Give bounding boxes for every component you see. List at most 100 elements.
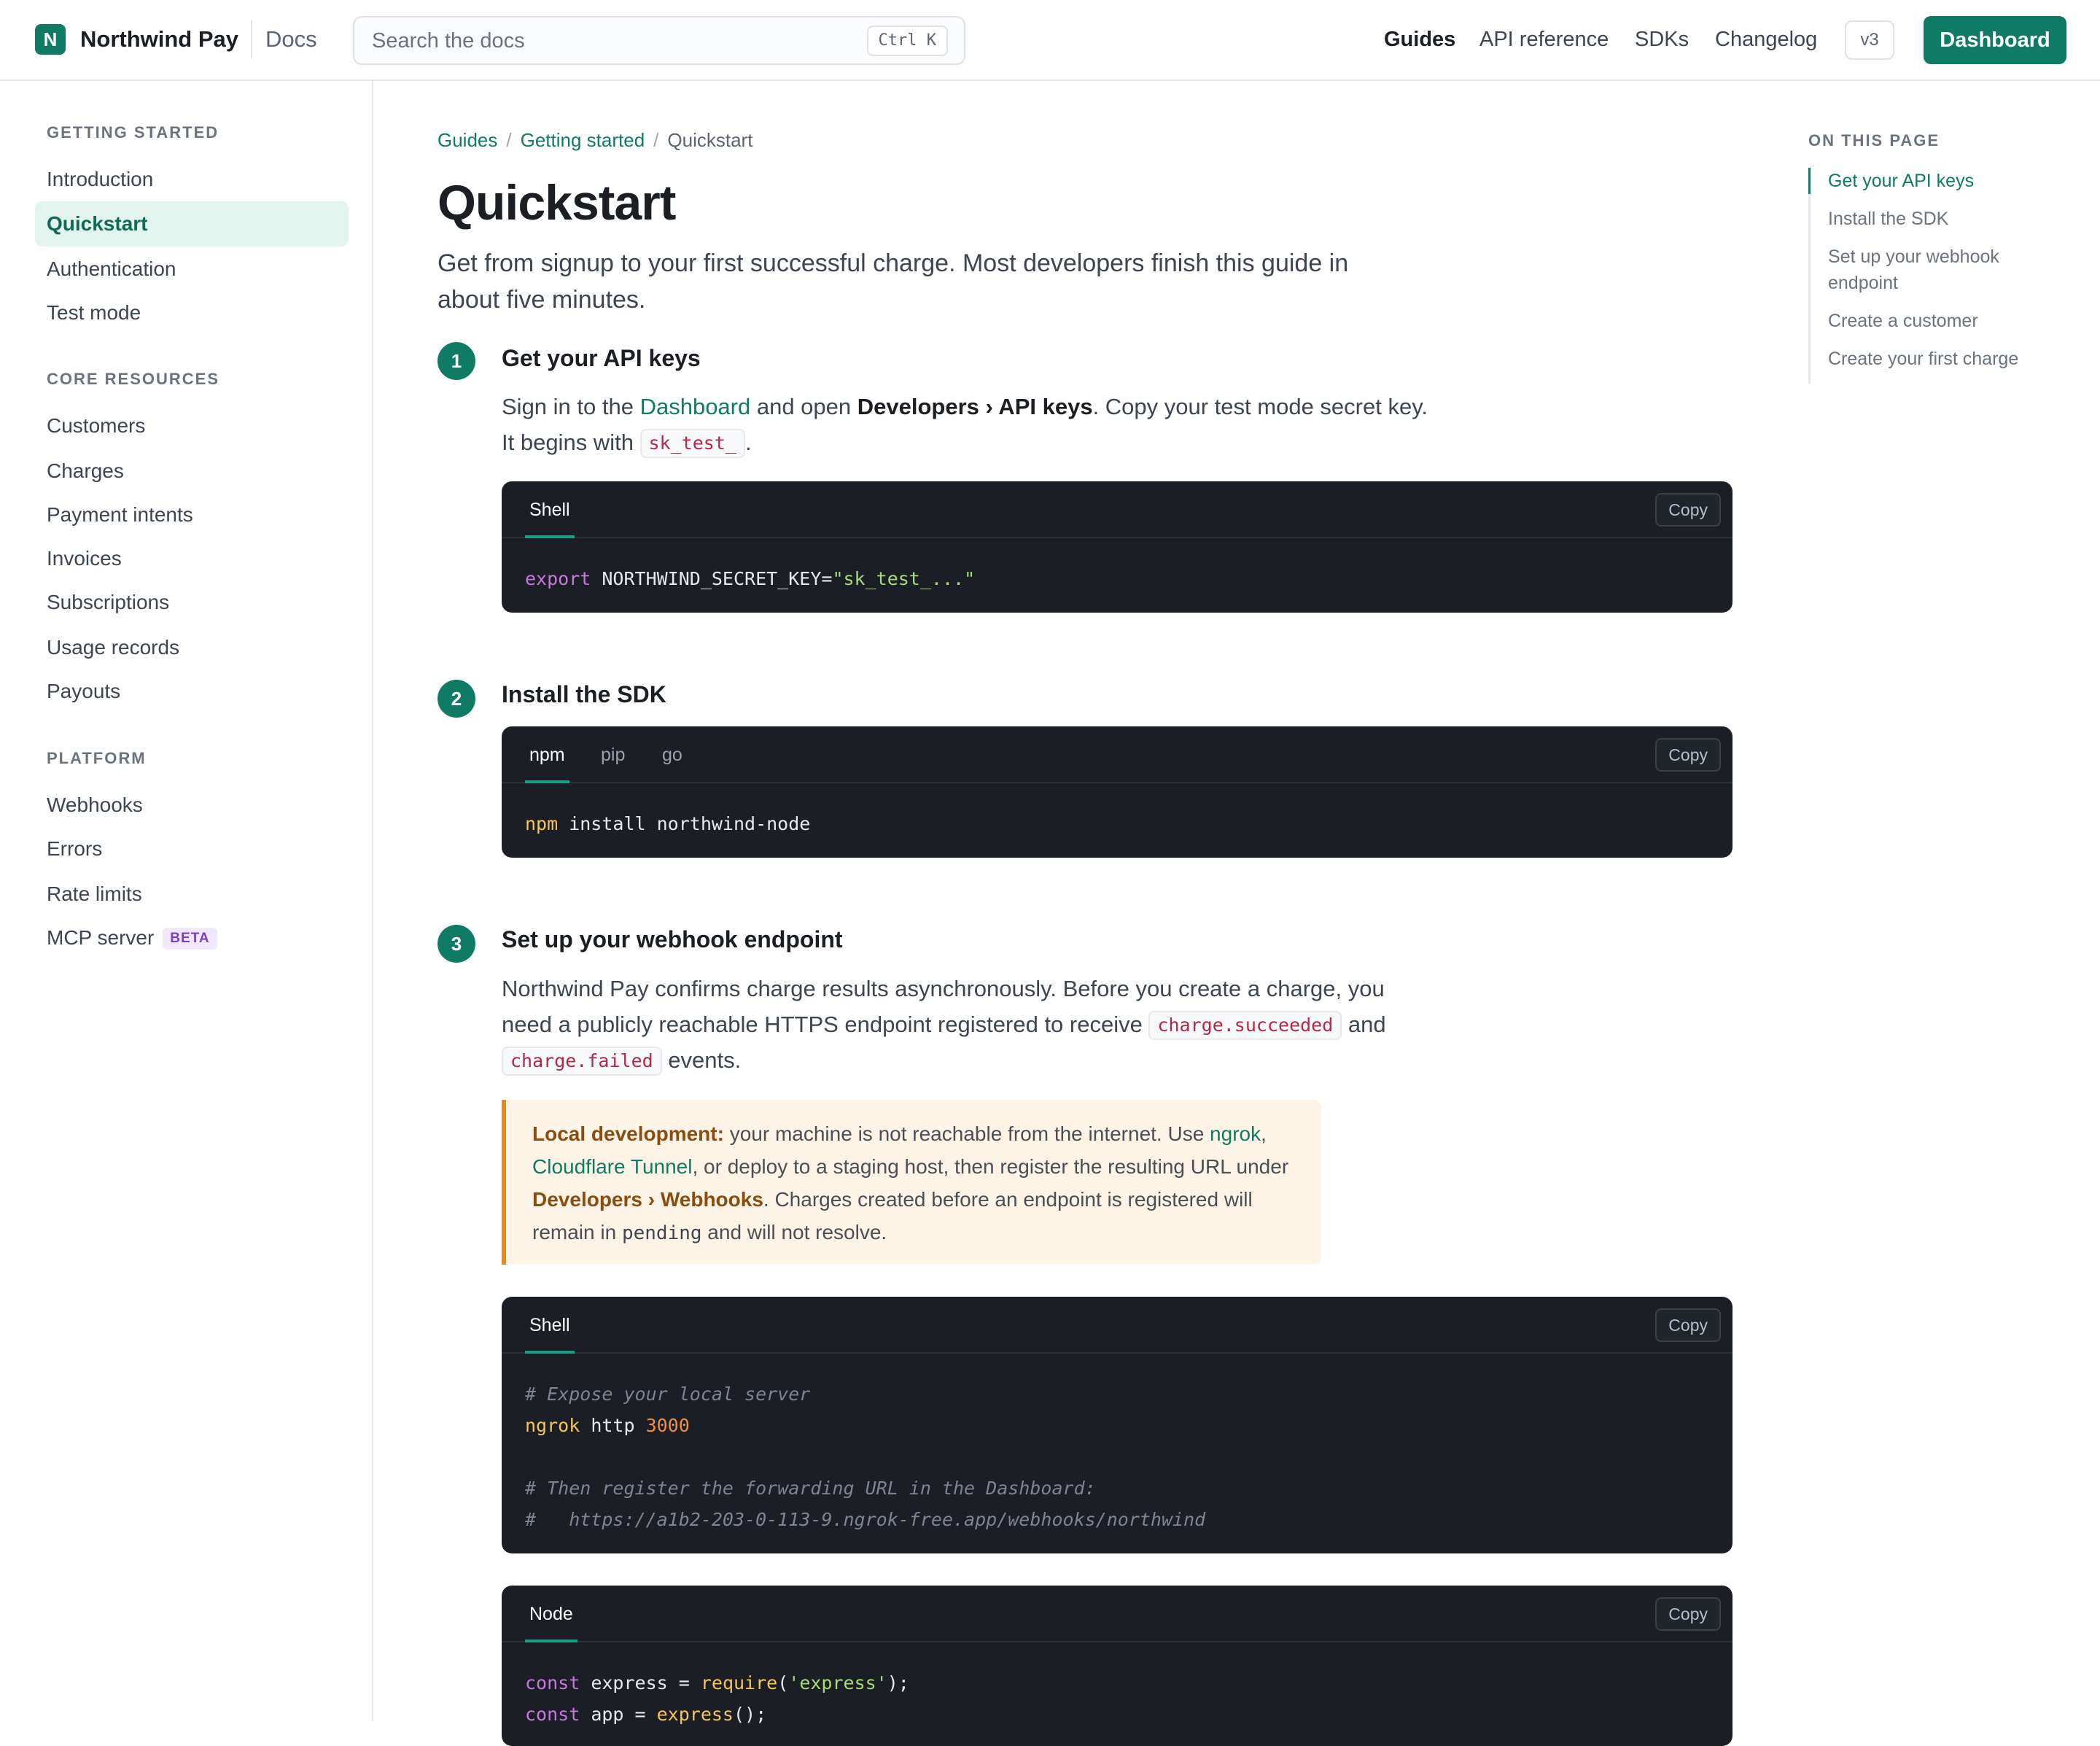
code-token: express	[656, 1704, 734, 1725]
page-title: Quickstart	[438, 175, 676, 230]
inline-code-charge-failed: charge.failed	[502, 1047, 662, 1076]
dashboard-button[interactable]: Dashboard	[1924, 16, 2066, 64]
sidebar-item-introduction[interactable]: Introduction	[35, 157, 349, 202]
breadcrumb-separator: /	[653, 129, 659, 151]
sidebar-item-label: MCP server	[47, 926, 155, 949]
code-token: ngrok	[525, 1415, 580, 1436]
search-shortcut-badge: Ctrl K	[866, 26, 948, 56]
sidebar-item-payouts[interactable]: Payouts	[35, 669, 349, 714]
code-tab-shell[interactable]: Shell	[525, 481, 575, 538]
brand-logo-icon[interactable]: N	[35, 24, 66, 55]
code-tabs: Shell Copy	[502, 1297, 1732, 1354]
sidebar-item-rate-limits[interactable]: Rate limits	[35, 872, 349, 917]
step-title-3: Set up your webhook endpoint	[502, 926, 843, 952]
toc-item-create-a-customer[interactable]: Create a customer	[1811, 308, 2056, 334]
step-number-3: 3	[438, 925, 475, 963]
code-token: ();	[733, 1704, 767, 1725]
sidebar-nav: GETTING STARTED Introduction Quickstart …	[0, 81, 373, 1721]
nav-guides[interactable]: Guides	[1384, 23, 1455, 55]
text: events.	[661, 1047, 742, 1073]
brand-divider	[251, 20, 252, 58]
sidebar-section-platform: PLATFORM	[47, 749, 147, 767]
text: your machine is not reachable from the i…	[723, 1122, 1210, 1145]
beta-badge: BETA	[163, 928, 217, 950]
breadcrumb-getting-started[interactable]: Getting started	[521, 129, 645, 151]
sidebar-item-quickstart[interactable]: Quickstart	[35, 201, 349, 247]
code-block-install: npm pip go Copy npm install northwind-no…	[502, 726, 1732, 858]
code-tab-go[interactable]: go	[662, 726, 682, 783]
sidebar-item-test-mode[interactable]: Test mode	[35, 290, 349, 335]
nav-changelog[interactable]: Changelog	[1715, 23, 1817, 55]
sidebar-item-webhooks[interactable]: Webhooks	[35, 783, 349, 828]
text: and	[1342, 1012, 1386, 1037]
toc-title: ON THIS PAGE	[1808, 131, 1940, 150]
cloudflare-tunnel-link[interactable]: Cloudflare Tunnel	[532, 1155, 692, 1178]
developers-webhooks-path: Developers › Webhooks	[532, 1188, 763, 1211]
text: and open	[750, 394, 858, 419]
developers-api-keys-path: Developers › API keys	[857, 394, 1093, 419]
code-token: const	[525, 1704, 580, 1725]
top-navbar: N Northwind Pay Docs Search the docs Ctr…	[0, 0, 2100, 81]
code-content: npm install northwind-node	[502, 783, 1732, 858]
dashboard-link[interactable]: Dashboard	[640, 394, 751, 419]
toc-item-create-first-charge[interactable]: Create your first charge	[1811, 346, 2056, 372]
docs-label[interactable]: Docs	[265, 23, 317, 55]
step-title-2: Install the SDK	[502, 681, 666, 707]
step-number-2: 2	[438, 680, 475, 718]
text: Sign in to the	[502, 394, 640, 419]
copy-button[interactable]: Copy	[1655, 493, 1721, 527]
sidebar-item-customers[interactable]: Customers	[35, 403, 349, 449]
text: and will not resolve.	[701, 1221, 887, 1243]
search-input[interactable]: Search the docs Ctrl K	[353, 16, 965, 65]
step-1-text: Sign in to the Dashboard and open Develo…	[502, 389, 1428, 460]
sidebar-item-invoices[interactable]: Invoices	[35, 536, 349, 581]
code-token: http	[580, 1415, 646, 1436]
sidebar-item-payment-intents[interactable]: Payment intents	[35, 492, 349, 538]
page-lead: Get from signup to your first successful…	[438, 249, 1349, 314]
code-block-node: Node Copy const express = require('expre…	[502, 1586, 1732, 1746]
code-comment: # Then register the forwarding URL in th…	[525, 1478, 1096, 1499]
toc-item-install-the-sdk[interactable]: Install the SDK	[1811, 206, 2056, 232]
version-selector[interactable]: v3	[1845, 20, 1894, 60]
code-content: export NORTHWIND_SECRET_KEY="sk_test_...…	[502, 538, 1732, 613]
code-tab-npm[interactable]: npm	[525, 726, 569, 783]
sidebar-item-errors[interactable]: Errors	[35, 826, 349, 872]
code-token: );	[887, 1672, 909, 1693]
code-block-shell-ngrok: Shell Copy # Expose your local server ng…	[502, 1297, 1732, 1553]
sidebar-item-usage-records[interactable]: Usage records	[35, 625, 349, 670]
code-tabs: npm pip go Copy	[502, 726, 1732, 783]
toc-item-set-up-webhook-endpoint[interactable]: Set up your webhook endpoint	[1811, 244, 2056, 296]
sidebar-item-mcp-server[interactable]: MCP server BETA	[35, 915, 349, 961]
code-token: export	[525, 568, 591, 589]
text: ,	[1261, 1122, 1267, 1145]
text: , or deploy to a staging host, then regi…	[692, 1155, 1289, 1178]
toc-item-get-your-api-keys[interactable]: Get your API keys	[1808, 168, 2056, 194]
code-tabs: Node Copy	[502, 1586, 1732, 1642]
inline-code-charge-succeeded: charge.succeeded	[1148, 1011, 1342, 1040]
code-tab-pip[interactable]: pip	[601, 726, 625, 783]
inline-code-sk-test: sk_test_	[639, 429, 745, 458]
breadcrumb: Guides / Getting started / Quickstart	[438, 125, 752, 155]
table-of-contents: Get your API keys Install the SDK Set up…	[1808, 168, 2056, 384]
ngrok-link[interactable]: ngrok	[1210, 1122, 1261, 1145]
breadcrumb-current: Quickstart	[667, 129, 753, 151]
copy-button[interactable]: Copy	[1655, 1308, 1721, 1342]
code-tab-node[interactable]: Node	[525, 1586, 578, 1642]
code-tabs: Shell Copy	[502, 481, 1732, 538]
code-tab-shell[interactable]: Shell	[525, 1297, 575, 1354]
code-content: # Expose your local server ngrok http 30…	[502, 1354, 1732, 1553]
breadcrumb-guides[interactable]: Guides	[438, 129, 497, 151]
step-title-1: Get your API keys	[502, 345, 701, 371]
nav-sdks[interactable]: SDKs	[1635, 23, 1689, 55]
sidebar-item-authentication[interactable]: Authentication	[35, 247, 349, 292]
callout-text: Local development: your machine is not r…	[532, 1117, 1305, 1250]
sidebar-item-charges[interactable]: Charges	[35, 449, 349, 494]
code-token: 'express'	[788, 1672, 887, 1693]
copy-button[interactable]: Copy	[1655, 1597, 1721, 1631]
brand-name[interactable]: Northwind Pay	[80, 23, 238, 55]
code-token: (	[777, 1672, 789, 1693]
code-token: 3000	[645, 1415, 690, 1436]
copy-button[interactable]: Copy	[1655, 738, 1721, 772]
nav-api-reference[interactable]: API reference	[1479, 23, 1609, 55]
sidebar-item-subscriptions[interactable]: Subscriptions	[35, 580, 349, 625]
